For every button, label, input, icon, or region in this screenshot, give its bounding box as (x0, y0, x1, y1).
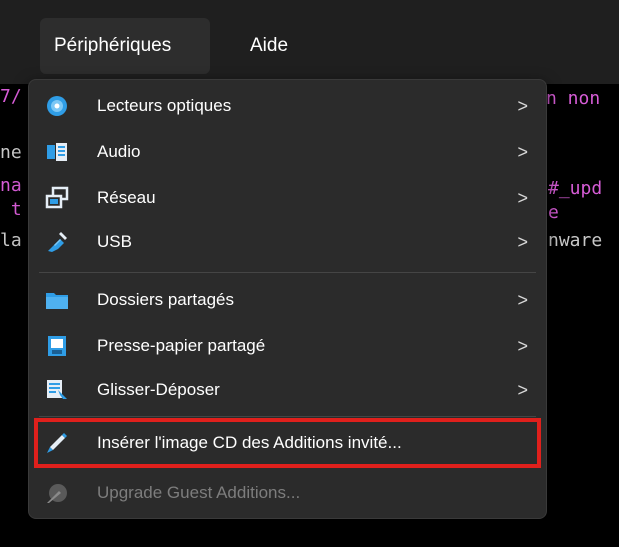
terminal-fragment: #_upd (548, 178, 603, 199)
submenu-arrow-icon: > (517, 142, 528, 162)
menu-item-label: Upgrade Guest Additions... (97, 483, 301, 502)
submenu-arrow-icon: > (517, 96, 528, 116)
menu-peripheriques[interactable]: Périphériques (40, 18, 210, 74)
screen: 7/ ne na t la n non #_upd e nware Périph… (0, 0, 619, 547)
menu-item-audio[interactable]: Audio > (29, 132, 546, 172)
terminal-fragment: ne (0, 142, 22, 163)
menu-item-label: Glisser-Déposer (97, 380, 220, 399)
submenu-arrow-icon: > (517, 336, 528, 356)
menubar: Périphériques Aide (0, 0, 619, 84)
terminal-fragment: la (0, 230, 22, 251)
highlight-annotation (34, 418, 541, 468)
terminal-fragment: e (548, 202, 559, 223)
menu-item-label: Réseau (97, 188, 156, 207)
audio-icon (45, 140, 69, 164)
usb-icon (45, 230, 69, 254)
optical-disc-icon (45, 94, 69, 118)
menu-item-label: Dossiers partagés (97, 290, 235, 309)
menu-item-label: Lecteurs optiques (97, 96, 232, 115)
submenu-arrow-icon: > (517, 380, 528, 400)
submenu-arrow-icon: > (517, 188, 528, 208)
menu-item-shared-folders[interactable]: Dossiers partagés > (29, 280, 546, 320)
terminal-fragment: na (0, 175, 22, 196)
terminal-fragment: nware (548, 230, 603, 251)
network-icon (45, 186, 69, 210)
menu-separator (39, 272, 536, 273)
drag-drop-icon (45, 378, 69, 402)
peripherals-dropdown-menu: Lecteurs optiques > Audio > Réseau > USB… (28, 79, 547, 519)
terminal-fragment: n non (546, 88, 601, 109)
menu-item-upgrade-guest-additions: Upgrade Guest Additions... (29, 473, 546, 513)
menu-item-usb[interactable]: USB > (29, 222, 546, 262)
menu-item-label: Audio (97, 142, 141, 161)
menu-item-network[interactable]: Réseau > (29, 178, 546, 218)
submenu-arrow-icon: > (517, 290, 528, 310)
menu-item-optical-drives[interactable]: Lecteurs optiques > (29, 86, 546, 126)
menu-item-drag-drop[interactable]: Glisser-Déposer > (29, 370, 546, 410)
menu-separator (39, 416, 536, 417)
menu-item-shared-clipboard[interactable]: Presse-papier partagé > (29, 326, 546, 366)
menu-item-label: USB (97, 232, 132, 251)
submenu-arrow-icon: > (517, 232, 528, 252)
upgrade-guest-additions-icon (45, 481, 69, 505)
menu-item-label: Presse-papier partagé (97, 336, 266, 355)
terminal-fragment: 7/ (0, 86, 22, 107)
terminal-fragment: t (0, 199, 22, 220)
menu-aide[interactable]: Aide (236, 18, 312, 74)
shared-folder-icon (45, 288, 69, 312)
clipboard-icon (45, 334, 69, 358)
